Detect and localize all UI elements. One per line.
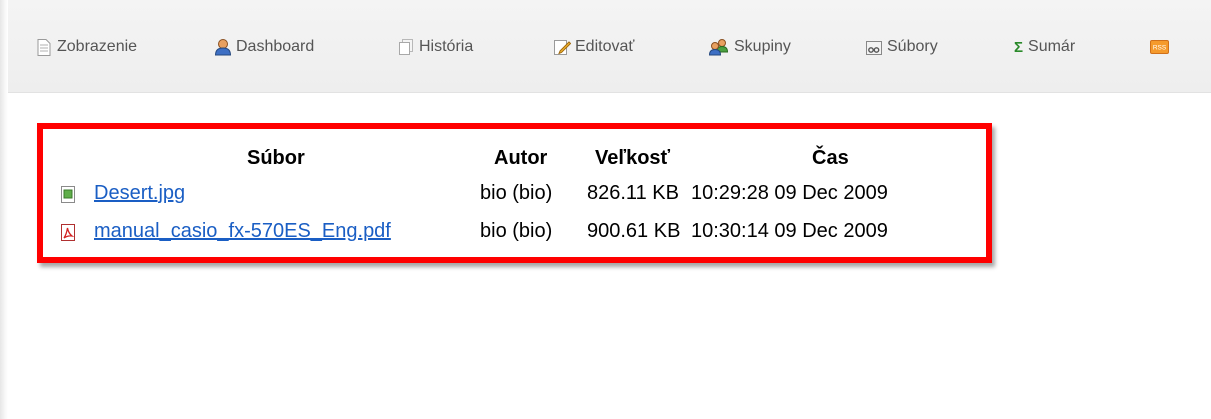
rss-button[interactable]: RSS: [1150, 36, 1169, 58]
toolbar-editovat[interactable]: Editovať: [553, 36, 634, 58]
toolbar: Zobrazenie Dashboard História Editovať S…: [8, 0, 1211, 93]
toolbar-label: Sumár: [1028, 38, 1076, 55]
header-size: Veľkosť: [595, 147, 671, 169]
file-link[interactable]: manual_casio_fx-570ES_Eng.pdf: [94, 220, 391, 243]
file-author: bio (bio): [480, 182, 553, 204]
table-row: manual_casio_fx-570ES_Eng.pdf bio (bio) …: [43, 220, 986, 246]
edit-icon: [553, 38, 571, 56]
toolbar-subory[interactable]: Súbory: [865, 36, 938, 58]
file-time: 10:30:14 09 Dec 2009: [691, 220, 888, 242]
file-link[interactable]: Desert.jpg: [94, 182, 185, 205]
header-author: Autor: [494, 147, 548, 169]
user-icon: [214, 38, 232, 56]
files-table: Súbor Autor Veľkosť Čas Desert.jpg bio (…: [37, 123, 992, 263]
document-icon: [35, 38, 53, 56]
file-author: bio (bio): [480, 220, 553, 242]
rss-icon: RSS: [1150, 40, 1169, 54]
toolbar-label: Súbory: [887, 38, 938, 55]
toolbar-label: História: [419, 38, 474, 55]
page-edge: [0, 0, 8, 419]
toolbar-historia[interactable]: História: [397, 36, 473, 58]
file-size: 900.61 KB: [587, 220, 681, 242]
image-file-icon: [59, 185, 77, 203]
files-icon: [865, 38, 883, 56]
history-icon: [397, 38, 415, 56]
pdf-file-icon: [59, 223, 77, 241]
toolbar-sumar[interactable]: Σ Sumár: [1014, 36, 1075, 58]
group-icon: [708, 38, 730, 56]
rss-label: RSS: [1153, 45, 1167, 52]
file-time: 10:29:28 09 Dec 2009: [691, 182, 888, 204]
toolbar-zobrazenie[interactable]: Zobrazenie: [35, 36, 137, 58]
toolbar-skupiny[interactable]: Skupiny: [708, 36, 791, 58]
toolbar-label: Dashboard: [236, 38, 315, 55]
sigma-icon: Σ: [1014, 38, 1024, 56]
table-row: Desert.jpg bio (bio) 826.11 KB 10:29:28 …: [43, 182, 986, 208]
file-size: 826.11 KB: [587, 182, 679, 204]
toolbar-label: Zobrazenie: [57, 38, 138, 55]
toolbar-dashboard[interactable]: Dashboard: [214, 36, 314, 58]
header-time: Čas: [812, 147, 849, 169]
header-file: Súbor: [247, 147, 305, 169]
toolbar-label: Editovať: [575, 38, 635, 55]
toolbar-label: Skupiny: [734, 38, 791, 55]
